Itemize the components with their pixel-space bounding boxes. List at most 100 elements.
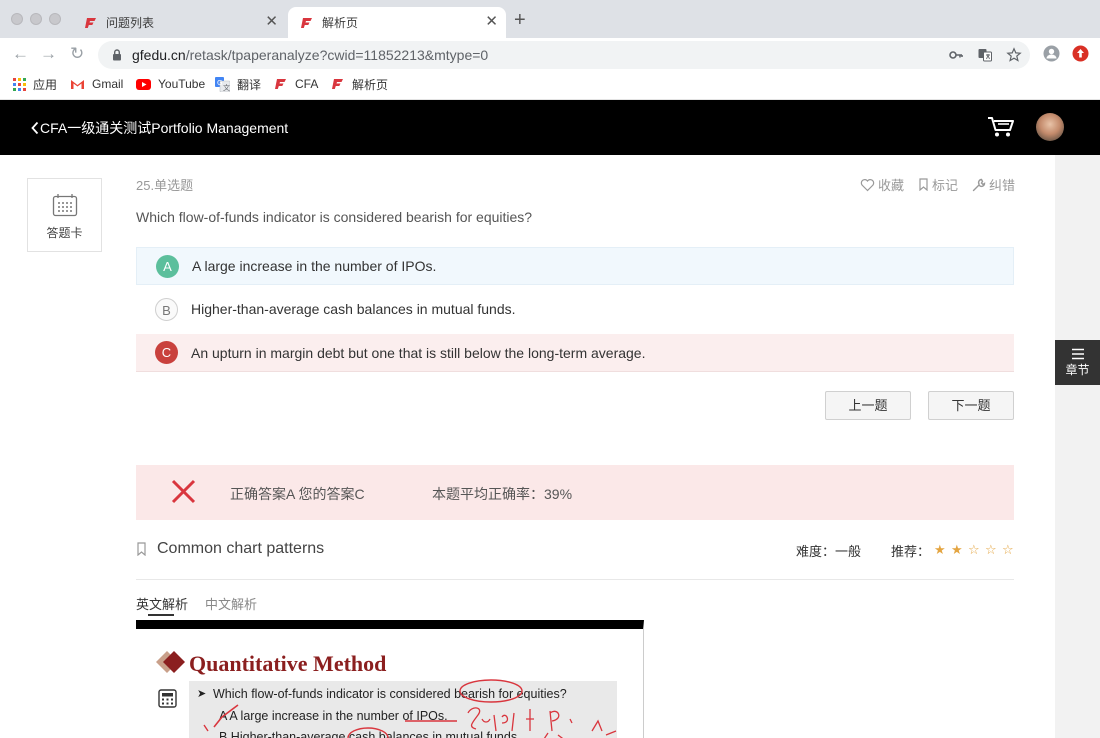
user-avatar[interactable] — [1036, 113, 1064, 141]
report-error-button[interactable]: 纠错 — [972, 175, 1015, 194]
star-filled-icon: ★ — [951, 542, 963, 557]
favorite-button[interactable]: 收藏 — [860, 175, 904, 194]
bookmark-label: Gmail — [92, 77, 124, 91]
average-accuracy: 本题平均正确率：39% — [432, 486, 573, 502]
handwritten-annotations — [203, 679, 617, 738]
bookmark-label: 翻译 — [237, 77, 262, 92]
slide-title: Quantitative Method — [189, 651, 387, 676]
window-zoom-dot[interactable] — [49, 13, 61, 25]
divider — [136, 579, 1014, 580]
bookmark-label: 解析页 — [352, 77, 389, 92]
action-label: 收藏 — [878, 178, 905, 193]
difficulty-label: 难度： — [796, 544, 836, 559]
answer-sheet-icon — [52, 194, 77, 217]
star-empty-icon: ☆ — [1002, 542, 1014, 557]
browser-tab-strip: 问题列表 ✕ 解析页 ✕ + — [0, 0, 1100, 38]
youtube-icon — [136, 78, 151, 90]
google-translate-icon: G文 — [215, 76, 230, 92]
address-bar[interactable]: gfedu.cn/retask/tpaperanalyze?cwid=11852… — [98, 41, 1030, 69]
tab-analysis[interactable]: 解析页 ✕ — [288, 7, 506, 38]
bookmark-label: 应用 — [33, 77, 58, 92]
tab-problem-list[interactable]: 问题列表 ✕ — [72, 7, 286, 38]
bookmark-label: CFA — [295, 77, 319, 91]
page-title: CFA一级通关测试Portfolio Management — [40, 120, 289, 136]
bookmark-icon — [137, 542, 146, 556]
svg-text:G: G — [217, 79, 222, 87]
next-question-button[interactable]: 下一题 — [928, 391, 1014, 420]
tab-chinese-analysis[interactable]: 中文解析 — [205, 594, 257, 613]
active-tab-indicator — [148, 614, 174, 616]
option-text: An upturn in margin debt but one that is… — [191, 344, 646, 361]
option-letter-badge: C — [155, 341, 178, 364]
answer-card-button[interactable]: 答题卡 — [27, 178, 102, 252]
gmail-icon — [71, 79, 84, 89]
star-filled-icon: ★ — [934, 542, 946, 557]
option-b[interactable]: B Higher-than-average cash balances in m… — [136, 290, 1014, 328]
answer-card-label: 答题卡 — [46, 226, 83, 240]
bookmarks-bar: 应用 Gmail YouTube G文 翻译 CFA 解析页 — [0, 71, 1100, 100]
action-label: 标记 — [932, 178, 959, 193]
browser-toolbar: ← → ↻ gfedu.cn/retask/tpaperanalyze?cwid… — [0, 38, 1100, 71]
bookmark-apps[interactable]: 应用 — [13, 76, 57, 92]
forward-arrow-icon[interactable]: → — [40, 44, 57, 64]
action-label: 纠错 — [989, 178, 1016, 193]
bookmark-youtube[interactable]: YouTube — [136, 76, 205, 92]
tab-title: 解析页 — [322, 16, 359, 30]
chapter-button[interactable]: 章节 — [1055, 340, 1100, 385]
bookmark-analysis[interactable]: 解析页 — [331, 76, 388, 92]
close-tab-icon[interactable]: ✕ — [265, 14, 278, 30]
analysis-slide-image: Quantitative Method ➤ Which flow-of-fund… — [136, 620, 644, 738]
new-tab-button[interactable]: + — [514, 10, 526, 30]
bookmark-gmail[interactable]: Gmail — [70, 76, 123, 92]
close-tab-icon[interactable]: ✕ — [485, 14, 498, 30]
svg-text:文: 文 — [223, 83, 230, 92]
menu-icon — [1071, 348, 1084, 360]
question-text: Which flow-of-funds indicator is conside… — [136, 209, 533, 225]
reload-icon[interactable]: ↻ — [70, 44, 84, 64]
result-banner: 正确答案A 您的答案C 本题平均正确率：39% — [136, 465, 1014, 520]
knowledge-topic: Common chart patterns — [157, 540, 325, 557]
lock-icon — [113, 49, 121, 61]
mark-button[interactable]: 标记 — [918, 175, 958, 194]
option-c[interactable]: C An upturn in margin debt but one that … — [136, 334, 1014, 372]
tab-english-analysis[interactable]: 英文解析 — [136, 594, 188, 613]
back-arrow-icon[interactable]: ← — [12, 44, 29, 64]
back-to-course-link[interactable]: CFA一级通关测试Portfolio Management — [30, 118, 288, 138]
answer-comparison: 正确答案A 您的答案C — [230, 486, 365, 502]
recommend-label: 推荐： — [891, 544, 931, 559]
chapter-label: 章节 — [1065, 363, 1090, 377]
bookmark-translate[interactable]: G文 翻译 — [215, 76, 261, 92]
key-icon[interactable] — [948, 47, 964, 63]
gfedu-logo-icon — [85, 17, 96, 28]
translate-icon[interactable] — [977, 47, 993, 63]
bookmark-star-icon[interactable] — [1006, 47, 1022, 63]
star-empty-icon: ☆ — [968, 542, 980, 557]
option-letter-badge: B — [155, 297, 178, 321]
option-letter-badge: A — [156, 254, 179, 278]
slide-diamond-logo-icon — [156, 651, 185, 673]
url-text: gfedu.cn/retask/tpaperanalyze?cwid=11852… — [132, 47, 489, 63]
option-a[interactable]: A A large increase in the number of IPOs… — [136, 247, 1014, 285]
profile-icon[interactable] — [1043, 45, 1060, 62]
gfedu-logo-icon — [332, 79, 343, 89]
prev-question-button[interactable]: 上一题 — [825, 391, 911, 420]
bookmark-cfa[interactable]: CFA — [274, 76, 318, 92]
gfedu-logo-icon — [275, 79, 286, 89]
site-header: CFA一级通关测试Portfolio Management — [0, 100, 1100, 155]
update-icon[interactable] — [1072, 45, 1089, 62]
recommend-stars: ★ ★ ☆ ☆ ☆ — [934, 543, 1019, 556]
knowledge-point: Common chart patterns — [136, 540, 324, 558]
chevron-left-icon — [31, 121, 39, 135]
apps-grid-icon — [13, 77, 26, 91]
bookmark-icon — [919, 178, 928, 191]
cart-icon[interactable] — [987, 116, 1015, 138]
option-text: Higher-than-average cash balances in mut… — [191, 301, 516, 317]
difficulty: 难度：一般 — [796, 541, 861, 560]
right-sidebar-strip — [1055, 155, 1100, 738]
window-minimize-dot[interactable] — [30, 13, 42, 25]
window-close-dot[interactable] — [11, 13, 23, 25]
tab-title: 问题列表 — [106, 16, 155, 30]
question-actions: 收藏 标记 纠错 — [860, 175, 1029, 194]
bookmark-label: YouTube — [158, 77, 206, 91]
wrong-cross-icon — [171, 479, 196, 504]
